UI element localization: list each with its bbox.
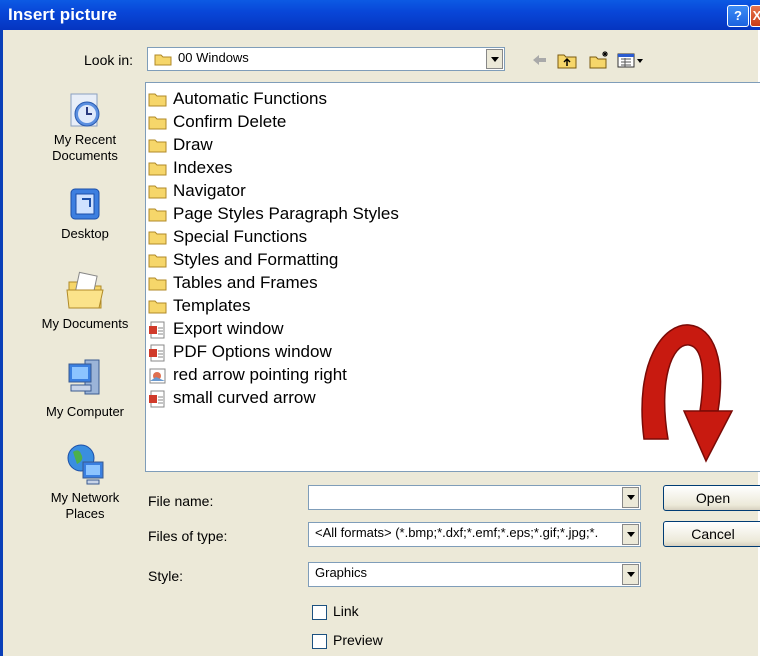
window-title: Insert picture [8, 5, 118, 24]
folder-icon [148, 185, 167, 199]
preview-label: Preview [333, 632, 383, 648]
place-label: My Network Places [50, 490, 120, 521]
place-label: My Documents [41, 316, 129, 331]
folder-icon [148, 162, 167, 176]
files-of-type-label: Files of type: [148, 528, 228, 544]
link-checkbox[interactable] [312, 605, 327, 620]
files-of-type-value: <All formats> (*.bmp;*.dxf;*.emf;*.eps;*… [315, 525, 599, 540]
place-my-network-places[interactable]: My Network Places [30, 440, 140, 522]
image-file-icon [149, 344, 165, 362]
place-recent-documents[interactable]: My Recent Documents [30, 88, 140, 164]
preview-checkbox[interactable] [312, 634, 327, 649]
close-button[interactable]: X [750, 5, 760, 27]
my-computer-icon [68, 359, 100, 395]
picture-file-icon [149, 368, 166, 384]
look-in-label: Look in: [84, 52, 134, 68]
image-file-icon [149, 321, 165, 339]
style-value: Graphics [315, 565, 368, 580]
folder-icon [148, 254, 167, 268]
folder-icon [148, 93, 167, 107]
recent-documents-icon [70, 93, 100, 127]
desktop-icon [70, 188, 100, 220]
open-button[interactable]: Open [663, 485, 760, 511]
cancel-button[interactable]: Cancel [663, 521, 760, 547]
look-in-dropdown[interactable]: 00 Windows [147, 47, 505, 71]
view-menu-icon[interactable] [616, 50, 646, 70]
network-places-icon [67, 444, 104, 485]
folder-icon [148, 300, 167, 314]
new-folder-icon[interactable] [588, 50, 610, 70]
chevron-down-icon[interactable] [622, 564, 639, 585]
title-bar[interactable]: Insert picture ? X [0, 0, 760, 30]
chevron-down-icon[interactable] [622, 524, 639, 545]
folder-icon [148, 208, 167, 222]
folder-icon [154, 54, 172, 66]
place-label: Desktop [61, 226, 109, 241]
folder-icon [148, 277, 167, 291]
folder-icon [148, 139, 167, 153]
image-file-icon [149, 390, 165, 408]
files-of-type-dropdown[interactable]: <All formats> (*.bmp;*.dxf;*.emf;*.eps;*… [308, 522, 641, 547]
link-label: Link [333, 603, 359, 619]
chevron-down-icon[interactable] [622, 487, 639, 508]
file-list[interactable]: Automatic Functions Confirm Delete Draw … [145, 82, 760, 472]
folder-icon [148, 231, 167, 245]
my-documents-icon [66, 271, 104, 309]
look-in-value: 00 Windows [178, 50, 249, 65]
file-name-label: File name: [148, 493, 214, 509]
place-label: My Computer [45, 404, 125, 419]
file-name-field[interactable] [308, 485, 641, 510]
style-label: Style: [148, 568, 184, 584]
place-my-computer[interactable]: My Computer [30, 354, 140, 420]
up-folder-icon[interactable] [556, 50, 578, 70]
help-button[interactable]: ? [727, 5, 749, 27]
place-label: My Recent Documents [52, 132, 118, 163]
back-arrow-icon[interactable] [530, 50, 548, 70]
chevron-down-icon[interactable] [486, 49, 503, 69]
place-desktop[interactable]: Desktop [30, 186, 140, 242]
place-my-documents[interactable]: My Documents [30, 266, 140, 332]
curved-arrow-annotation [641, 324, 734, 463]
style-dropdown[interactable]: Graphics [308, 562, 641, 587]
folder-icon [148, 116, 167, 130]
